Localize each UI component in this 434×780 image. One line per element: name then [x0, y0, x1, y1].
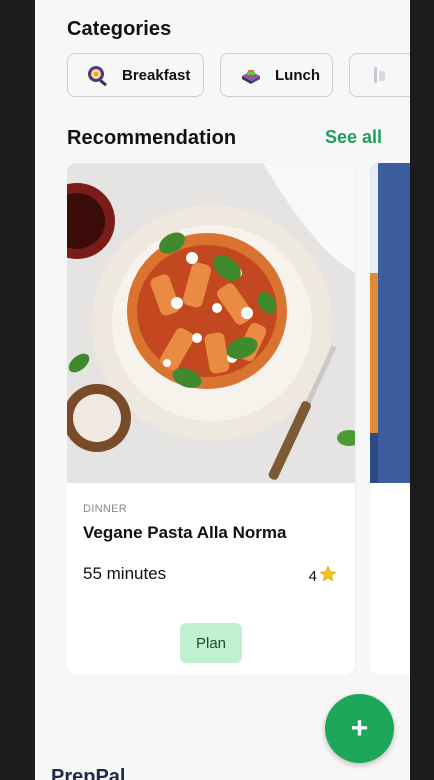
category-label-lunch: Lunch	[275, 66, 320, 84]
recipe-rating: 4	[309, 565, 337, 587]
breakfast-pan-icon	[86, 63, 110, 87]
category-chip-breakfast[interactable]: Breakfast	[67, 53, 204, 97]
plan-button[interactable]: Plan	[180, 623, 242, 663]
recipe-card-next[interactable]	[370, 163, 410, 675]
category-label-breakfast: Breakfast	[122, 66, 191, 84]
category-chip-dinner[interactable]	[349, 53, 410, 97]
recipe-card[interactable]: DINNER Vegane Pasta Alla Norma 55 minute…	[67, 163, 355, 675]
categories-row: Breakfast Lunch	[67, 53, 410, 99]
recipe-photo	[67, 163, 355, 483]
recommendation-title: Recommendation	[67, 127, 237, 149]
category-chip-lunch[interactable]: Lunch	[220, 53, 333, 97]
dinner-icon	[368, 63, 392, 87]
categories-title: Categories	[67, 18, 172, 40]
add-button[interactable]: +	[325, 694, 394, 763]
brand-logo-text: PrepPal	[51, 766, 126, 780]
lunch-box-icon	[239, 63, 263, 87]
app-screen: Categories Breakfast Lunch Recommendatio…	[35, 0, 410, 780]
recipe-duration: 55 minutes	[83, 564, 167, 583]
recipe-meal-type: DINNER	[83, 503, 127, 515]
star-icon	[319, 565, 337, 587]
recipe-photo-next	[370, 163, 410, 483]
recommendation-carousel[interactable]: DINNER Vegane Pasta Alla Norma 55 minute…	[67, 163, 410, 675]
recipe-title: Vegane Pasta Alla Norma	[83, 523, 287, 542]
see-all-link[interactable]: See all	[325, 127, 382, 148]
rating-value: 4	[308, 567, 317, 585]
